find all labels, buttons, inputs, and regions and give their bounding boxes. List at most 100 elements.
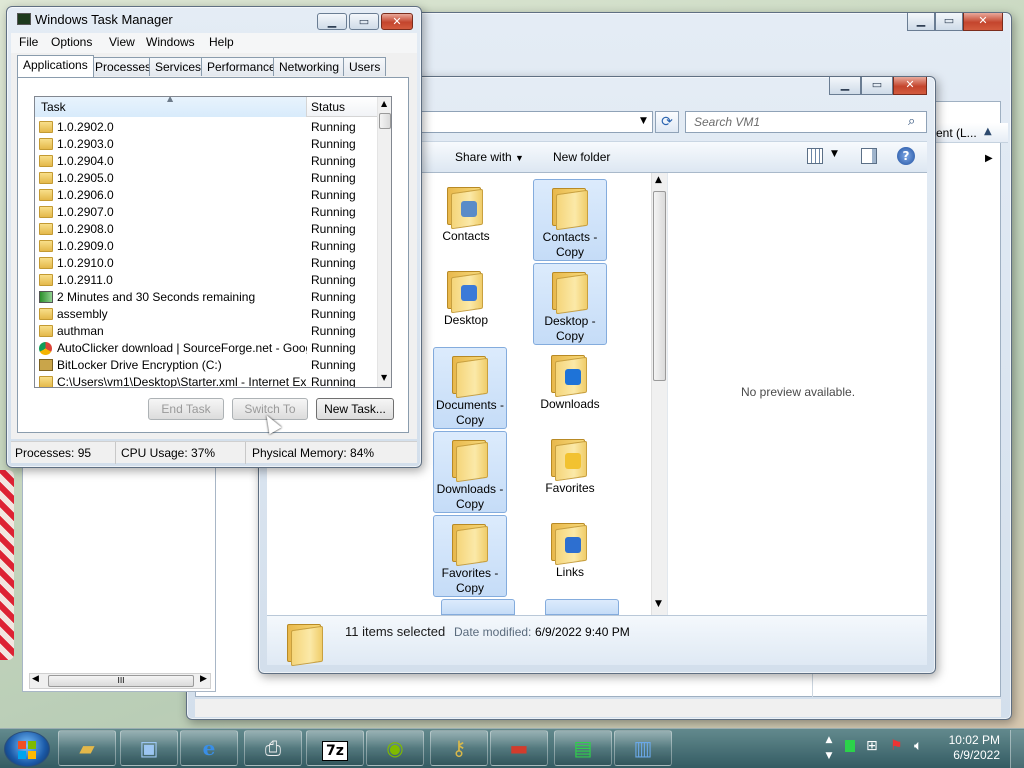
printer-icon[interactable]: ⎙ [244, 730, 302, 766]
folder-item[interactable]: Downloads - Copy [433, 431, 507, 513]
volume-icon[interactable]: 🔈︎ [914, 738, 922, 754]
share-with-menu[interactable]: Share with ▼ [455, 150, 524, 164]
task-row[interactable]: 1.0.2907.0 Running [35, 204, 375, 221]
action-center-icon[interactable]: ⚑ [890, 738, 903, 754]
task-row[interactable]: AutoClicker download | SourceForge.net -… [35, 340, 375, 357]
scroll-up-icon[interactable]: ▲ [381, 99, 387, 108]
folder-item[interactable]: Favorites - Copy [433, 515, 507, 597]
tab-users[interactable]: Users [343, 57, 387, 76]
partial-selected-tile[interactable] [545, 599, 619, 615]
column-header-partial[interactable]: ent (L... [932, 123, 1008, 143]
tab-networking[interactable]: Networking [273, 57, 346, 76]
folder-item[interactable]: Documents - Copy [433, 347, 507, 429]
task-row[interactable]: 1.0.2905.0 Running [35, 170, 375, 187]
folder-badge-icon [565, 369, 581, 385]
folder-item[interactable]: Links [533, 515, 607, 597]
task-row[interactable]: 1.0.2909.0 Running [35, 238, 375, 255]
task-row[interactable]: BitLocker Drive Encryption (C:) Running [35, 357, 375, 374]
folder-item[interactable]: Contacts [429, 179, 503, 261]
task-row[interactable]: 1.0.2911.0 Running [35, 272, 375, 289]
view-options-icon[interactable] [807, 148, 823, 164]
scroll-thumb[interactable] [653, 191, 666, 381]
preview-pane-icon[interactable] [861, 148, 877, 164]
folder-item[interactable]: Desktop [429, 263, 503, 345]
chrome-icon [39, 342, 52, 355]
minimize-button[interactable]: ▁ [829, 77, 861, 95]
menu-file[interactable]: File [19, 35, 38, 49]
partial-selected-tile[interactable] [441, 599, 515, 615]
folder-item[interactable]: Downloads [533, 347, 607, 429]
chevron-down-icon[interactable]: ▼ [640, 116, 647, 126]
maximize-button[interactable]: ▭ [935, 13, 963, 31]
refresh-icon[interactable]: ⟳ [655, 111, 679, 133]
new-task-button[interactable]: New Task... [316, 398, 394, 420]
search-input[interactable]: Search VM1 ⌕ [685, 111, 927, 133]
start-button[interactable] [4, 731, 50, 767]
task-row[interactable]: 1.0.2910.0 Running [35, 255, 375, 272]
show-hidden-icons[interactable]: ▲ ▼ [822, 732, 836, 764]
scroll-thumb[interactable] [379, 113, 391, 129]
tab-processes[interactable]: Processes [89, 57, 158, 76]
network-computer-icon[interactable]: ▥ [614, 730, 672, 766]
task-row[interactable]: 1.0.2902.0 Running [35, 119, 375, 136]
windows-update-icon[interactable]: ◉ [366, 730, 424, 766]
tab-services[interactable]: Services [149, 57, 208, 76]
new-folder-button[interactable]: New folder [553, 150, 610, 164]
scroll-right-icon[interactable]: ▶ [200, 674, 207, 684]
task-row[interactable]: 1.0.2908.0 Running [35, 221, 375, 238]
close-button[interactable]: ✕ [893, 77, 927, 95]
help-icon[interactable]: ? [897, 147, 915, 165]
task-row[interactable]: 1.0.2904.0 Running [35, 153, 375, 170]
remote-desktop-icon[interactable]: ▣ [120, 730, 178, 766]
vertical-scrollbar[interactable]: ▲ ▼ [651, 173, 667, 615]
minimize-button[interactable]: ▁ [907, 13, 935, 31]
tab-performance[interactable]: Performance [201, 57, 282, 76]
column-status[interactable]: Status [307, 97, 377, 117]
tab-applications[interactable]: Applications [17, 55, 94, 77]
menu-help[interactable]: Help [209, 35, 234, 49]
folder-item[interactable]: Favorites [533, 431, 607, 513]
task-row[interactable]: 2 Minutes and 30 Seconds remaining Runnin… [35, 289, 375, 306]
task-row[interactable]: authman Running [35, 323, 375, 340]
task-row[interactable]: C:\Users\vm1\Desktop\Starter.xml - Inter… [35, 374, 375, 387]
task-row[interactable]: assembly Running [35, 306, 375, 323]
maximize-button[interactable]: ▭ [861, 77, 893, 95]
7zip-icon[interactable]: 7z [306, 730, 364, 766]
folder-item[interactable]: Contacts - Copy [533, 179, 607, 261]
horizontal-scrollbar[interactable]: ◀ III ▶ [29, 673, 211, 689]
scroll-up-icon[interactable]: ▲ [655, 175, 662, 185]
scroll-down-icon[interactable]: ▼ [381, 373, 387, 382]
task-row[interactable]: 1.0.2906.0 Running [35, 187, 375, 204]
task-row[interactable]: 1.0.2903.0 Running [35, 136, 375, 153]
search-icon[interactable]: ⌕ [908, 114, 915, 129]
tray-app-icon[interactable] [845, 740, 855, 752]
explorer-icon[interactable]: ▰ [58, 730, 116, 766]
internet-explorer-icon[interactable]: e [180, 730, 238, 766]
close-button[interactable]: ✕ [963, 13, 1003, 31]
minimize-button[interactable]: ▁ [317, 13, 347, 30]
scroll-thumb[interactable]: III [48, 675, 194, 687]
close-button[interactable]: ✕ [381, 13, 413, 30]
folder-badge-icon [565, 453, 581, 469]
keys-icon[interactable]: ⚷ [430, 730, 488, 766]
expand-arrow-icon[interactable]: ▶ [985, 153, 993, 164]
chevron-down-icon[interactable]: ▼ [831, 149, 838, 159]
end-task-button[interactable]: End Task [148, 398, 224, 420]
menu-windows[interactable]: Windows [146, 35, 195, 49]
maximize-button[interactable]: ▭ [349, 13, 379, 30]
task-manager-window[interactable]: Windows Task Manager ▁ ▭ ✕ File Options … [6, 6, 422, 468]
clock[interactable]: 10:02 PM 6/9/2022 [936, 733, 1000, 763]
folder-item[interactable]: Desktop - Copy [533, 263, 607, 345]
scroll-down-icon[interactable]: ▼ [655, 599, 662, 609]
sort-up-icon: ▲ [984, 126, 992, 137]
task-list[interactable]: Task ▲ Status 1.0.2902.0 Running 1.0.2903.… [34, 96, 392, 388]
menu-options[interactable]: Options [51, 35, 92, 49]
toolbox-icon[interactable]: ▬ [490, 730, 548, 766]
network-tray-icon[interactable]: ⊞ [866, 738, 878, 754]
show-desktop-button[interactable] [1010, 730, 1024, 768]
scroll-left-icon[interactable]: ◀ [32, 674, 39, 684]
task-manager-icon[interactable]: ▤ [554, 730, 612, 766]
vertical-scrollbar[interactable]: ▲ ▼ [377, 97, 391, 387]
task-name: 1.0.2903.0 [57, 137, 114, 151]
menu-view[interactable]: View [109, 35, 135, 49]
